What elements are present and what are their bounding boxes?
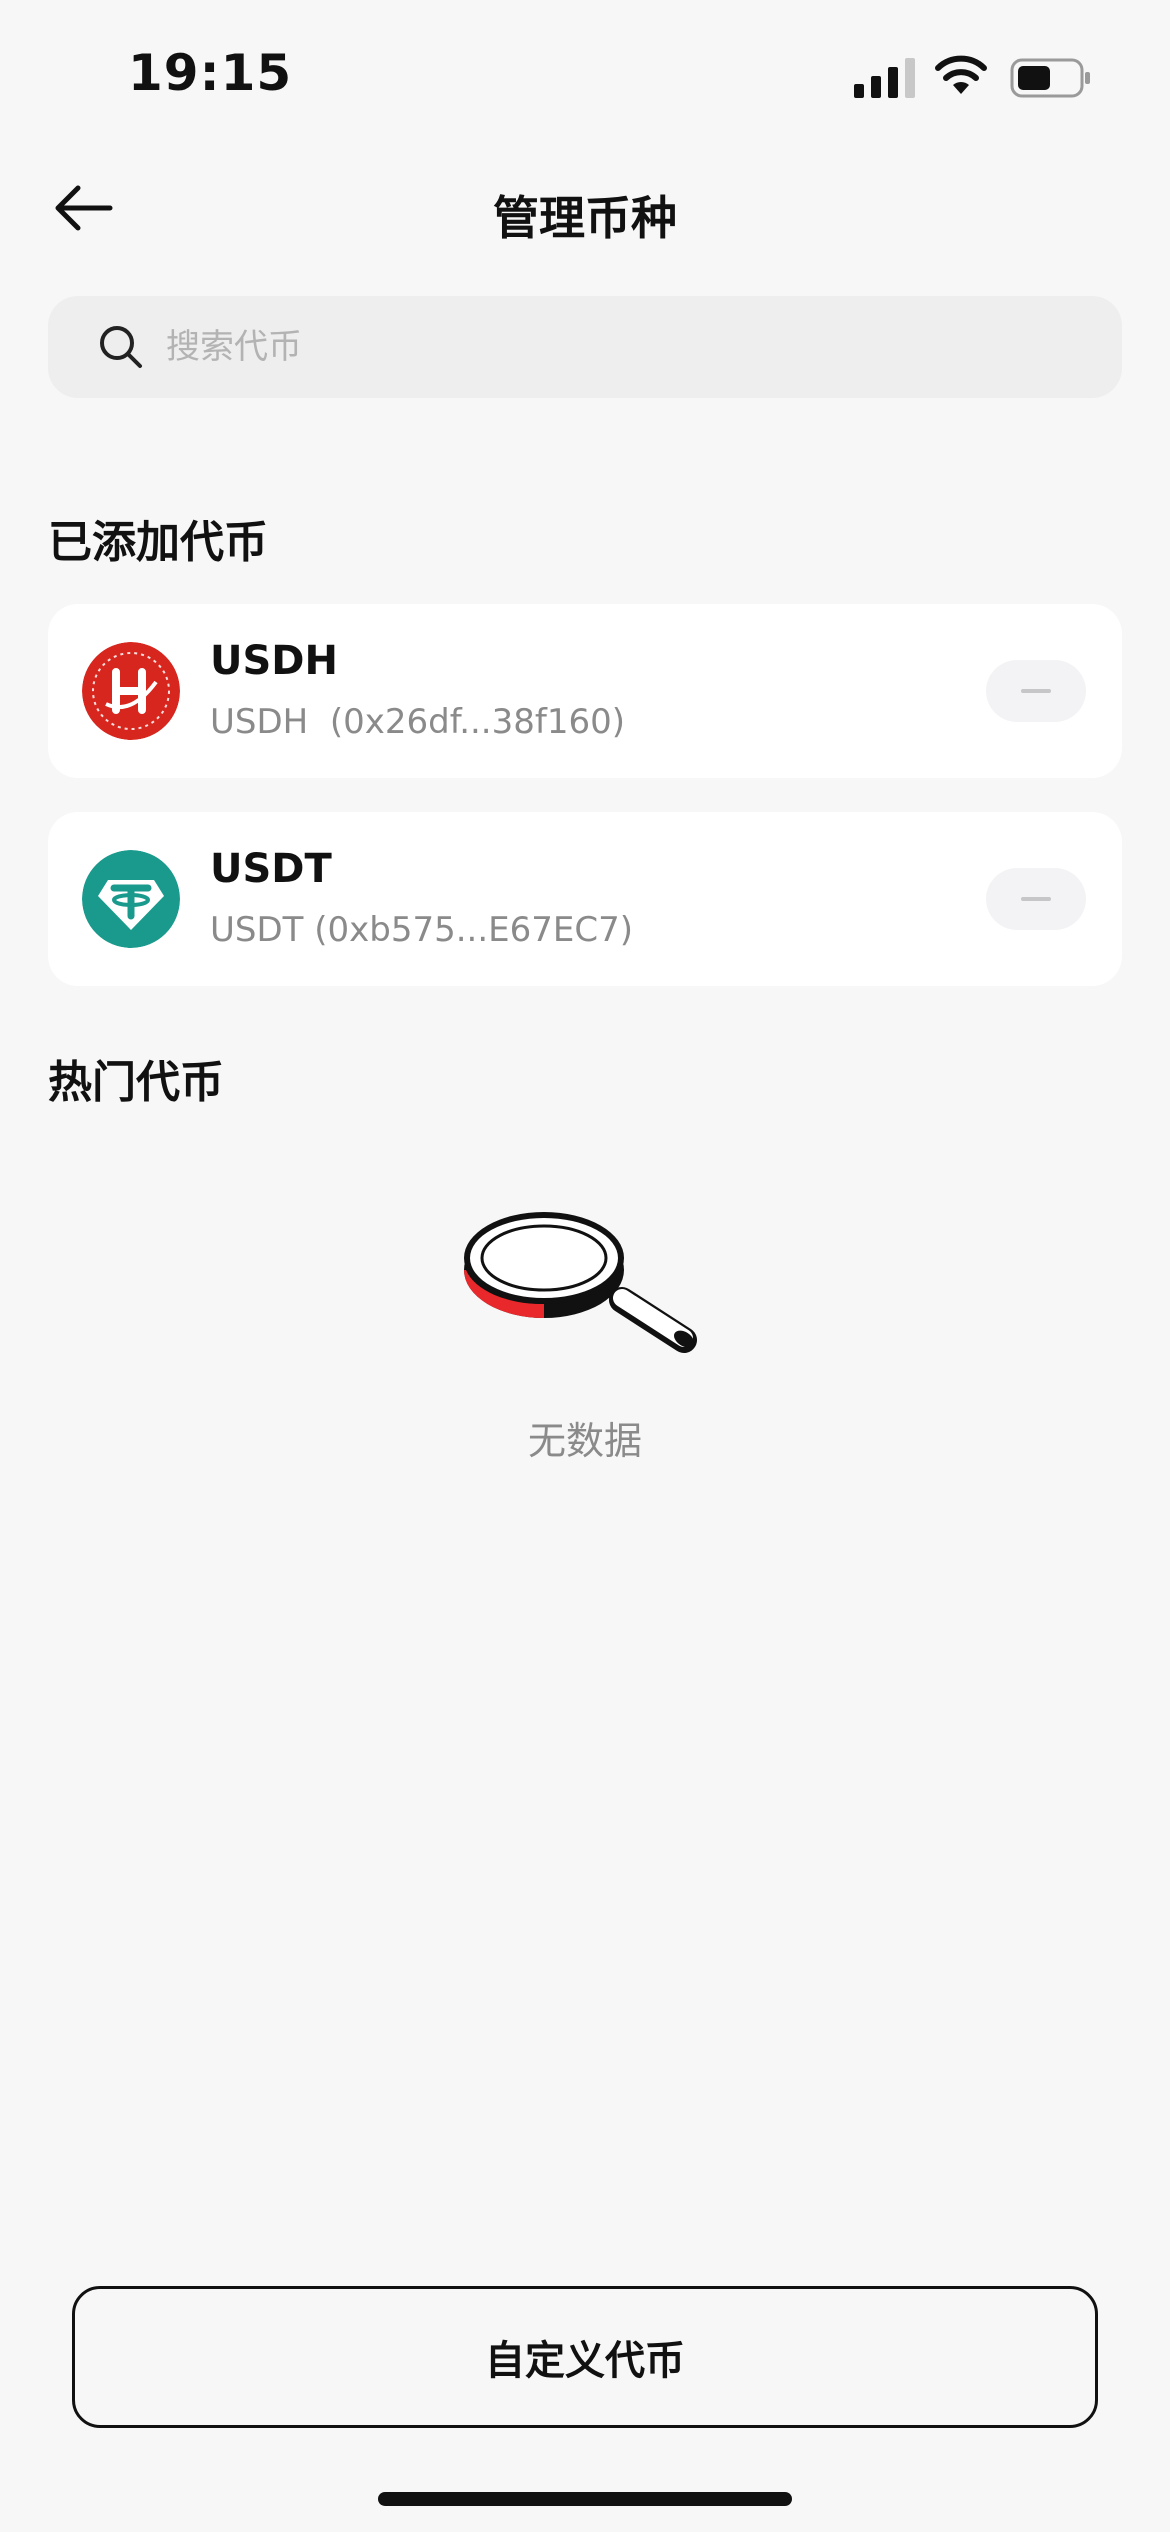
usdh-logo-icon (82, 642, 180, 740)
battery-icon (1010, 58, 1090, 98)
token-name: USDT (210, 846, 332, 892)
search-bar[interactable] (48, 296, 1122, 398)
page-title: 管理币种 (493, 191, 677, 245)
status-time: 19:15 (128, 44, 293, 102)
token-address: USDH (0x26df...38f160) (210, 702, 626, 742)
search-icon (100, 326, 142, 368)
token-row-usdh[interactable]: USDH USDH (0x26df...38f160) (48, 604, 1122, 778)
wifi-icon (935, 55, 987, 94)
added-tokens-title: 已添加代币 (48, 517, 268, 568)
signal-icon (854, 58, 915, 98)
token-address: USDT (0xb575...E67EC7) (210, 910, 634, 950)
custom-token-button[interactable]: 自定义代币 (72, 2286, 1098, 2428)
manage-tokens-screen: 19:15 管理币种 已添加代币 (0, 0, 1170, 2532)
magnifier-empty-icon (464, 1212, 697, 1353)
remove-token-button[interactable] (986, 868, 1086, 930)
token-row-usdt[interactable]: USDT USDT (0xb575...E67EC7) (48, 812, 1122, 986)
token-name: USDH (210, 638, 338, 684)
status-bar: 19:15 (0, 0, 1170, 140)
header: 管理币种 (0, 160, 1170, 256)
usdt-logo-icon (82, 850, 180, 948)
hot-tokens-title: 热门代币 (48, 1057, 224, 1108)
remove-token-button[interactable] (986, 660, 1086, 722)
search-input[interactable] (166, 296, 1066, 398)
empty-state-text: 无数据 (527, 1419, 642, 1463)
home-indicator (378, 2492, 792, 2506)
